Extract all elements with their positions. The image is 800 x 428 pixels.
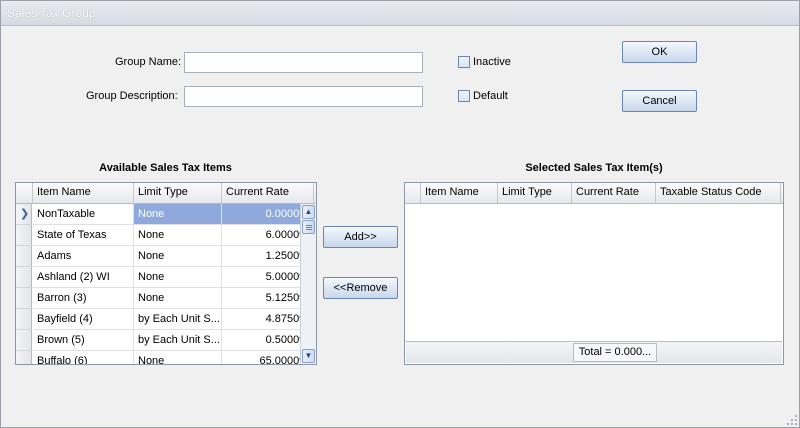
remove-button[interactable]: <<Remove	[323, 277, 398, 299]
scroll-up-icon[interactable]: ▲	[302, 205, 315, 219]
row-header	[16, 309, 32, 330]
default-checkbox[interactable]	[458, 90, 470, 102]
item-name-cell: Ashland (2) WI	[33, 267, 134, 288]
selected-items-grid: Item Name Limit Type Current Rate Taxabl…	[404, 182, 784, 365]
item-name-cell: Barron (3)	[33, 288, 134, 309]
row-header	[16, 267, 32, 288]
row-header	[16, 246, 32, 267]
resize-grip-icon[interactable]	[787, 415, 797, 425]
column-header-item-name[interactable]: Item Name	[33, 183, 134, 203]
sales-tax-group-window: Sales Tax Group Group Name: Group Descri…	[0, 0, 800, 428]
item-name-cell: Brown (5)	[33, 330, 134, 351]
table-row[interactable]: Barron (3) None 5.1250%	[16, 288, 314, 309]
table-row[interactable]: Ashland (2) WI None 5.0000%	[16, 267, 314, 288]
group-description-label: Group Description:	[86, 90, 178, 102]
title-bar: Sales Tax Group	[1, 1, 799, 26]
available-items-grid: Item Name Limit Type Current Rate ❯ NonT…	[15, 182, 317, 365]
limit-type-cell: by Each Unit S...	[134, 330, 222, 351]
scroll-thumb[interactable]	[302, 220, 315, 234]
table-row[interactable]: State of Texas None 6.0000%	[16, 225, 314, 246]
column-header-taxable-status-code[interactable]: Taxable Status Code	[656, 183, 781, 203]
limit-type-cell: None	[134, 351, 222, 364]
item-name-cell: Bayfield (4)	[33, 309, 134, 330]
column-header-current-rate[interactable]: Current Rate	[572, 183, 656, 203]
row-header	[16, 225, 32, 246]
ok-button[interactable]: OK	[622, 41, 697, 63]
available-items-title: Available Sales Tax Items	[99, 162, 232, 174]
table-row[interactable]: Brown (5) by Each Unit S... 0.5000%	[16, 330, 314, 351]
row-header: ❯	[16, 204, 32, 225]
total-summary: Total = 0.000...	[573, 343, 657, 362]
header-corner	[405, 183, 421, 203]
table-row[interactable]: Bayfield (4) by Each Unit S... 4.8750%	[16, 309, 314, 330]
available-grid-scrollbar[interactable]: ▲ ▼	[300, 204, 316, 364]
table-row[interactable]: Buffalo (6) None 65.0000%	[16, 351, 314, 364]
column-header-limit-type[interactable]: Limit Type	[134, 183, 222, 203]
default-label: Default	[473, 90, 508, 102]
add-button[interactable]: Add>>	[323, 226, 398, 248]
available-grid-header: Item Name Limit Type Current Rate	[16, 183, 316, 204]
chevron-right-icon: ❯	[20, 208, 30, 220]
window-title: Sales Tax Group	[7, 6, 96, 20]
item-name-cell: Buffalo (6)	[33, 351, 134, 364]
group-name-label: Group Name:	[115, 56, 182, 68]
limit-type-cell: None	[134, 225, 222, 246]
item-name-cell: State of Texas	[33, 225, 134, 246]
cancel-button[interactable]: Cancel	[622, 90, 697, 112]
row-header	[16, 330, 32, 351]
limit-type-cell: by Each Unit S...	[134, 309, 222, 330]
selected-grid-header: Item Name Limit Type Current Rate Taxabl…	[405, 183, 783, 204]
item-name-cell: Adams	[33, 246, 134, 267]
column-header-current-rate[interactable]: Current Rate	[222, 183, 314, 203]
scroll-down-icon[interactable]: ▼	[302, 349, 315, 363]
selected-grid-footer: Total = 0.000...	[406, 341, 782, 363]
limit-type-cell: None	[134, 204, 222, 225]
group-description-input[interactable]	[184, 86, 423, 107]
limit-type-cell: None	[134, 246, 222, 267]
limit-type-cell: None	[134, 267, 222, 288]
table-row[interactable]: ❯ NonTaxable None 0.0000%	[16, 204, 314, 225]
inactive-label: Inactive	[473, 56, 511, 68]
header-corner	[16, 183, 33, 203]
limit-type-cell: None	[134, 288, 222, 309]
table-row[interactable]: Adams None 1.2500%	[16, 246, 314, 267]
row-header	[16, 351, 32, 364]
inactive-checkbox[interactable]	[458, 56, 470, 68]
selected-items-title: Selected Sales Tax Item(s)	[525, 162, 663, 174]
column-header-limit-type[interactable]: Limit Type	[498, 183, 572, 203]
item-name-cell: NonTaxable	[33, 204, 134, 225]
row-header	[16, 288, 32, 309]
column-header-item-name[interactable]: Item Name	[421, 183, 498, 203]
group-name-input[interactable]	[184, 52, 423, 73]
